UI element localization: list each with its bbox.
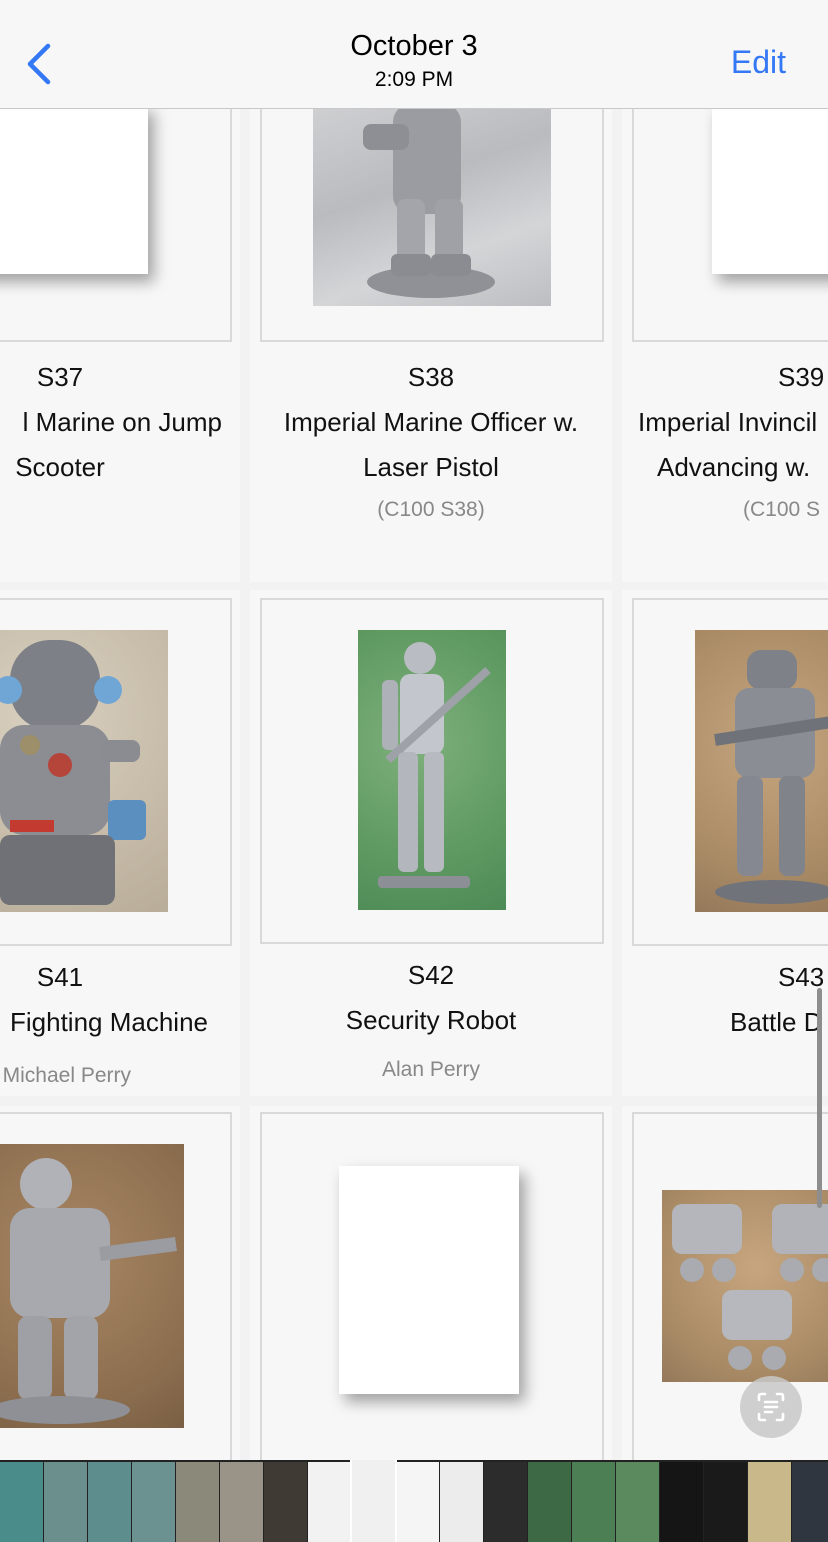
card-s37: S37 l Marine on Jump Scooter xyxy=(0,108,240,582)
thumbnail[interactable] xyxy=(484,1462,527,1542)
miniature-photo-s42 xyxy=(358,630,506,910)
item-artist: Alan Perry xyxy=(381,1058,481,1081)
blank-page-image xyxy=(712,108,828,274)
card-s39: S39 Imperial Invincil Advancing w. (C100… xyxy=(622,108,828,582)
image-frame xyxy=(0,108,232,342)
image-frame xyxy=(0,1112,232,1460)
edit-button[interactable]: Edit xyxy=(731,44,786,81)
thumbnail[interactable] xyxy=(748,1462,791,1542)
miniature-photo-row3-left xyxy=(0,1144,184,1428)
thumbnail[interactable] xyxy=(528,1462,571,1542)
page-subtitle: 2:09 PM xyxy=(374,68,454,91)
item-name-line-1: Fighting Machine xyxy=(10,1007,208,1037)
image-frame xyxy=(632,598,828,946)
item-code: S42 xyxy=(407,960,455,990)
image-frame xyxy=(260,598,604,944)
thumbnail[interactable] xyxy=(44,1462,87,1542)
item-name-line-2: Scooter xyxy=(15,452,105,482)
thumbnail[interactable] xyxy=(220,1462,263,1542)
image-frame xyxy=(0,598,232,946)
item-name-line-2: Advancing w. xyxy=(657,452,811,482)
item-name-line-1: Battle D xyxy=(730,1007,823,1037)
thumbnail[interactable] xyxy=(264,1462,307,1542)
card-s43: S43 Battle D xyxy=(622,590,828,1096)
thumbnail-strip[interactable] xyxy=(0,1460,828,1542)
thumbnail[interactable] xyxy=(704,1462,747,1542)
item-code: S41 xyxy=(36,962,84,992)
item-reference: (C100 S xyxy=(743,498,821,521)
card-row3-left xyxy=(0,1106,240,1460)
thumbnail[interactable] xyxy=(88,1462,131,1542)
item-code: S37 xyxy=(36,362,84,392)
image-frame xyxy=(260,1112,604,1460)
thumbnail[interactable] xyxy=(350,1460,397,1542)
item-code: S38 xyxy=(407,362,455,392)
text-scan-icon xyxy=(757,1392,785,1422)
thumbnail[interactable] xyxy=(0,1462,43,1542)
item-name-line-1: Imperial Invincil xyxy=(638,407,818,437)
live-text-button[interactable] xyxy=(740,1376,802,1438)
blank-page-image xyxy=(0,108,148,274)
miniature-photo-s43 xyxy=(695,630,828,912)
item-reference: (C100 S38) xyxy=(377,498,485,521)
card-s38: S38 Imperial Marine Officer w. Laser Pis… xyxy=(250,108,612,582)
thumbnail[interactable] xyxy=(132,1462,175,1542)
miniature-photo-row3-right xyxy=(662,1190,828,1382)
item-name-line-1: l Marine on Jump xyxy=(22,407,222,437)
item-artist: Michael Perry xyxy=(2,1064,131,1087)
image-frame xyxy=(260,108,604,342)
card-s42: S42 Security Robot Alan Perry xyxy=(250,590,612,1096)
thumbnail[interactable] xyxy=(176,1462,219,1542)
image-frame xyxy=(632,108,828,342)
navigation-bar: October 3 2:09 PM Edit xyxy=(0,0,828,109)
photo-content-grid: S37 l Marine on Jump Scooter S38 Imperia… xyxy=(0,108,828,1460)
item-name-line-1: Imperial Marine Officer w. xyxy=(283,407,579,437)
thumbnail[interactable] xyxy=(308,1462,351,1542)
thumbnail[interactable] xyxy=(792,1462,828,1542)
thumbnail[interactable] xyxy=(572,1462,615,1542)
item-name-line-1: Security Robot xyxy=(345,1005,517,1035)
thumbnail[interactable] xyxy=(616,1462,659,1542)
thumbnail[interactable] xyxy=(440,1462,483,1542)
item-code: S39 xyxy=(778,362,825,392)
thumbnail[interactable] xyxy=(396,1462,439,1542)
miniature-photo-s38 xyxy=(313,108,551,306)
thumbnail[interactable] xyxy=(660,1462,703,1542)
blank-page-image xyxy=(339,1166,519,1394)
card-row3-middle xyxy=(250,1106,612,1460)
card-s41: S41 Fighting Machine Michael Perry xyxy=(0,590,240,1096)
page-title: October 3 xyxy=(350,30,478,62)
item-name-line-2: Laser Pistol xyxy=(363,452,499,482)
miniature-photo-s41 xyxy=(0,630,168,912)
vertical-scrollbar[interactable] xyxy=(817,988,822,1208)
